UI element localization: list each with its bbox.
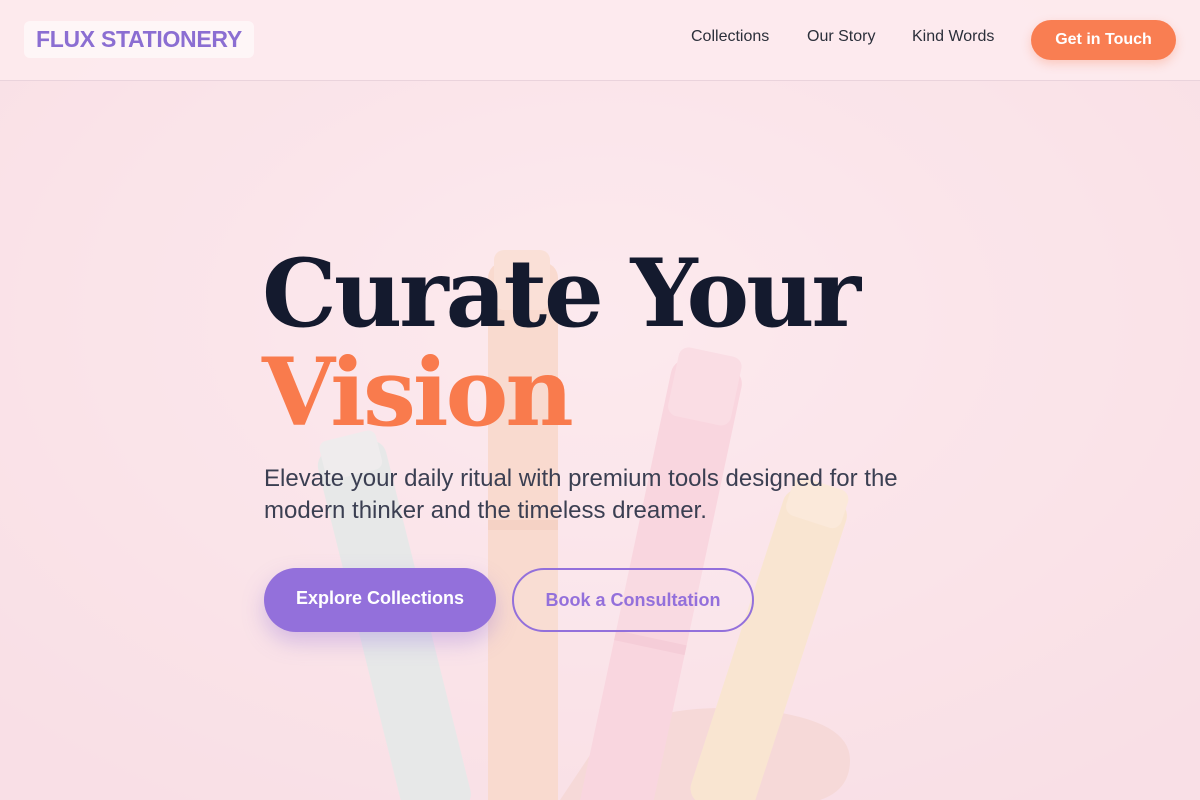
hero-headline-accent: Vision — [262, 338, 574, 448]
nav-link-kind-words[interactable]: Kind Words — [912, 28, 994, 46]
hero-section: Curate Your Vision Elevate your daily ri… — [0, 0, 1200, 800]
hero-headline-line1: Curate Your — [262, 239, 861, 349]
brand-logo[interactable]: FLUX STATIONERY — [24, 21, 254, 58]
explore-collections-button[interactable]: Explore Collections — [264, 568, 496, 632]
get-in-touch-button[interactable]: Get in Touch — [1031, 20, 1176, 60]
hero-headline: Curate Your Vision — [262, 245, 861, 448]
nav-link-our-story[interactable]: Our Story — [807, 28, 875, 46]
hero-subtitle: Elevate your daily ritual with premium t… — [264, 465, 898, 524]
nav-link-collections[interactable]: Collections — [691, 28, 769, 46]
book-consultation-button[interactable]: Book a Consultation — [512, 568, 754, 632]
site-header: FLUX STATIONERY Collections Our Story Ki… — [0, 0, 1200, 81]
